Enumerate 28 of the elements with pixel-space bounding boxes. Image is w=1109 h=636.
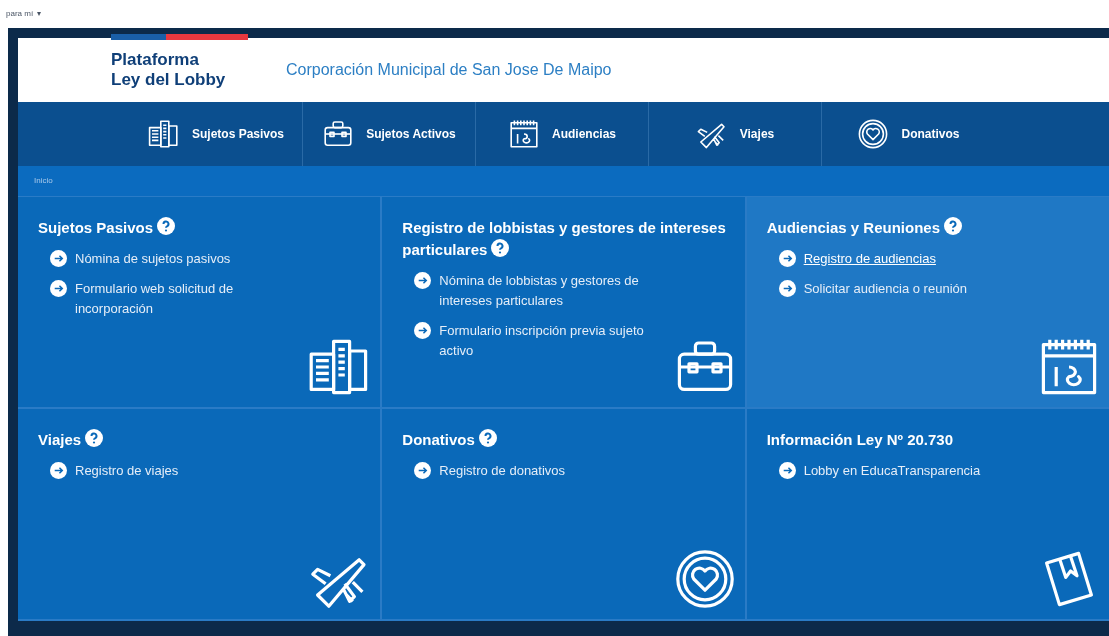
- caret-icon[interactable]: ▾: [37, 8, 42, 20]
- card-title: Viajes: [38, 429, 365, 451]
- nav-item[interactable]: Donativos: [822, 102, 995, 166]
- card-link[interactable]: Lobby en EducaTransparencia: [803, 461, 981, 481]
- card-title: Audiencias y Reuniones: [766, 217, 1093, 239]
- help-icon[interactable]: [944, 217, 963, 235]
- help-icon[interactable]: [85, 429, 104, 447]
- card-title: Información Ley Nº 20.730: [766, 430, 955, 450]
- card-title: Sujetos Pasivos: [38, 217, 365, 239]
- card-link[interactable]: Nómina de lobbistas y gestores de intereses particulares: [439, 271, 645, 311]
- user-menu-label[interactable]: para mí: [6, 8, 34, 20]
- help-icon[interactable]: [157, 217, 176, 235]
- buildings-icon: [147, 118, 180, 150]
- breadcrumb-link[interactable]: Inicio: [34, 175, 53, 187]
- help-icon[interactable]: [491, 239, 510, 257]
- card-title: Donativos: [402, 429, 729, 451]
- calendar-icon: [508, 118, 540, 150]
- card-link[interactable]: Nómina de sujetos pasivos: [75, 249, 231, 269]
- organization-name: Corporación Municipal de San Jose De Maipo: [286, 60, 612, 80]
- brand-title[interactable]: Plataforma Ley del Lobby: [111, 50, 248, 90]
- card-link[interactable]: Registro de viajes: [75, 461, 179, 481]
- card-link[interactable]: Formulario web solicitud de incorporación: [75, 279, 280, 319]
- card-link[interactable]: Formulario inscripción previa sujeto activo: [439, 321, 645, 361]
- card-link[interactable]: Solicitar audiencia o reunión: [803, 279, 967, 299]
- card-link[interactable]: Registro de donativos: [439, 461, 566, 481]
- help-icon[interactable]: [478, 429, 497, 447]
- card-title: Registro de lobbistas y gestores de intereses particulares: [402, 218, 727, 260]
- card-link[interactable]: Registro de audiencias: [803, 249, 936, 269]
